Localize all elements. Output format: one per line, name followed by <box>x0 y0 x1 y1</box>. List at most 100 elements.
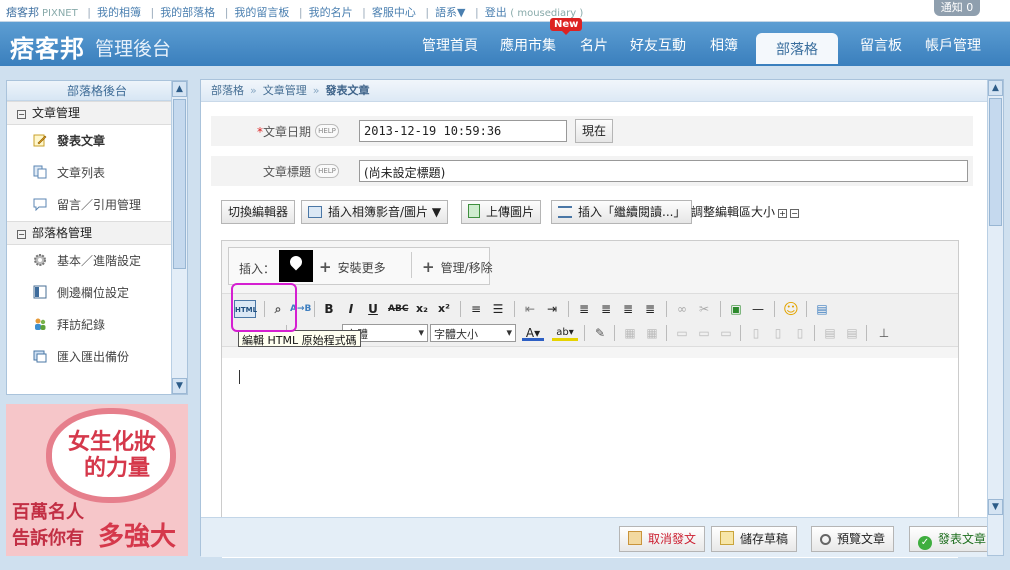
sidebar-section-blog[interactable]: − 部落格管理 <box>7 221 172 245</box>
delete-row-icon[interactable]: ▭ <box>718 324 734 342</box>
help-icon[interactable]: HELP <box>315 124 339 138</box>
nav-friends[interactable]: 好友互動 <box>630 35 686 55</box>
sidebar-item-visits[interactable]: 拜訪紀錄 <box>7 309 172 341</box>
upload-image-button[interactable]: 上傳圖片 <box>461 200 542 224</box>
preview-button[interactable]: 預覽文章 <box>811 526 895 552</box>
bold-icon[interactable]: B <box>322 300 336 318</box>
align-center-icon[interactable]: ≣ <box>598 300 614 318</box>
sidebar-title: 部落格後台 <box>7 81 187 101</box>
nav-albums[interactable]: 相簿 <box>710 35 738 55</box>
scroll-thumb[interactable] <box>989 98 1002 226</box>
nav-card[interactable]: 名片 <box>580 35 608 55</box>
pixnet-brand-link[interactable]: 痞客邦 <box>6 4 39 20</box>
text-color-icon[interactable]: A▾ <box>522 324 544 341</box>
rte-toolbar: HTML ⌕ A→B B I U ABC x₂ x² ≡ ☰ ⇤ ⇥ ≣ ≣ ≣… <box>222 293 958 347</box>
insert-media-button[interactable]: 插入相簿影音/圖片 ▼ <box>301 200 449 224</box>
align-left-icon[interactable]: ≣ <box>576 300 592 318</box>
sidebar-scrollbar[interactable]: ▲ ▼ <box>171 81 187 394</box>
collapse-icon[interactable]: − <box>17 230 26 239</box>
table-icon[interactable]: ▦ <box>622 324 638 342</box>
text-caret <box>239 370 240 384</box>
font-size-select[interactable]: 字體大小 ▾ <box>430 324 516 342</box>
gear-icon <box>33 247 47 266</box>
page-break-icon[interactable]: ⊥ <box>874 324 894 342</box>
ad-banner[interactable]: 女生化妝 的力量 百萬名人 告訴你有 多強大 <box>6 404 188 556</box>
delete-col-icon[interactable]: ▯ <box>792 324 808 342</box>
nav-blog[interactable]: 部落格 <box>756 33 838 64</box>
link-my-albums[interactable]: 我的相簿 <box>97 4 141 20</box>
align-right-icon[interactable]: ≣ <box>620 300 636 318</box>
link-my-card[interactable]: 我的名片 <box>309 4 353 20</box>
link-icon[interactable]: ∞ <box>674 300 690 318</box>
strikethrough-icon[interactable]: ABC <box>388 300 408 318</box>
scroll-up-icon[interactable]: ▲ <box>172 81 187 97</box>
row-after-icon[interactable]: ▭ <box>696 324 712 342</box>
breadcrumb-blog[interactable]: 部落格 <box>211 84 244 97</box>
pixnet-logo[interactable]: 痞客邦 <box>10 29 85 64</box>
manage-remove-button[interactable]: + 管理/移除 <box>411 252 493 278</box>
underline-icon[interactable]: U <box>366 300 380 318</box>
indent-icon[interactable]: ⇥ <box>544 300 560 318</box>
link-my-guestbook[interactable]: 我的留言板 <box>234 4 289 20</box>
link-language[interactable]: 語系▼ <box>435 4 465 20</box>
nav-account[interactable]: 帳戶管理 <box>925 35 981 55</box>
ordered-list-icon[interactable]: ≡ <box>468 300 484 318</box>
title-input[interactable]: (尚未設定標題) <box>359 160 968 182</box>
justify-icon[interactable]: ≣ <box>642 300 658 318</box>
publish-button[interactable]: ✓ 發表文章 <box>909 526 996 552</box>
edit-icon[interactable]: ✎ <box>592 324 608 342</box>
insert-bar: 插入： + 安裝更多 + 管理/移除 <box>228 247 493 285</box>
switch-editor-button[interactable]: 切換編輯器 <box>221 200 296 224</box>
col-before-icon[interactable]: ▯ <box>748 324 764 342</box>
sidebar-item-new-post[interactable]: 發表文章 <box>7 125 172 157</box>
merge-cells-icon[interactable]: ▤ <box>822 324 838 342</box>
bullet-list-icon[interactable]: ☰ <box>490 300 506 318</box>
map-pin-icon[interactable] <box>279 250 313 282</box>
row-before-icon[interactable]: ▭ <box>674 324 690 342</box>
scroll-down-icon[interactable]: ▼ <box>988 499 1003 515</box>
sidebar-item-settings[interactable]: 基本／進階設定 <box>7 245 172 277</box>
sidebar-item-post-list[interactable]: 文章列表 <box>7 157 172 189</box>
cancel-post-button[interactable]: 取消發文 <box>619 526 706 552</box>
draft-icon <box>720 531 734 545</box>
title-row: 文章標題 HELP (尚未設定標題) <box>211 156 973 186</box>
superscript-icon[interactable]: x² <box>436 300 452 318</box>
now-button[interactable]: 現在 <box>575 119 614 143</box>
insert-readmore-button[interactable]: 插入「繼續閱讀...」 <box>551 200 693 224</box>
media-icon[interactable]: ▤ <box>814 300 830 318</box>
sidebar-section-articles[interactable]: − 文章管理 <box>7 101 172 125</box>
table-props-icon[interactable]: ▦ <box>644 324 660 342</box>
nav-app-market[interactable]: 應用市集 <box>500 35 556 55</box>
sidebar-item-backup[interactable]: 匯入匯出備份 <box>7 341 172 373</box>
help-icon[interactable]: HELP <box>315 164 339 178</box>
outdent-icon[interactable]: ⇤ <box>522 300 538 318</box>
scroll-thumb[interactable] <box>173 99 186 269</box>
background-color-icon[interactable]: ab▾ <box>552 324 578 341</box>
sidebar-item-sidebar-settings[interactable]: 側邊欄位設定 <box>7 277 172 309</box>
link-support[interactable]: 客服中心 <box>372 4 416 20</box>
unlink-icon[interactable]: ✂ <box>696 300 712 318</box>
nav-admin-home[interactable]: 管理首頁 <box>422 35 478 55</box>
insert-image-icon[interactable]: ▣ <box>728 300 744 318</box>
save-draft-button[interactable]: 儲存草稿 <box>711 526 798 552</box>
scroll-down-icon[interactable]: ▼ <box>172 378 187 394</box>
install-more-button[interactable]: + 安裝更多 <box>319 258 386 276</box>
expand-icon[interactable]: + <box>778 209 788 218</box>
notification-badge[interactable]: 通知 0 <box>934 0 980 16</box>
main-scrollbar[interactable]: ▲ ▼ <box>987 80 1003 555</box>
emoticon-icon[interactable]: ☺ <box>782 300 800 318</box>
collapse-icon[interactable]: − <box>17 110 26 119</box>
breadcrumb-articles[interactable]: 文章管理 <box>263 84 307 97</box>
link-my-blog[interactable]: 我的部落格 <box>160 4 215 20</box>
subscript-icon[interactable]: x₂ <box>414 300 430 318</box>
col-after-icon[interactable]: ▯ <box>770 324 786 342</box>
shrink-icon[interactable]: − <box>790 209 800 218</box>
italic-icon[interactable]: I <box>344 300 358 318</box>
horizontal-rule-icon[interactable]: — <box>750 300 766 318</box>
nav-guestbook[interactable]: 留言板 <box>860 35 902 55</box>
date-input[interactable]: 2013-12-19 10:59:36 <box>359 120 567 142</box>
sidebar-item-comments[interactable]: 留言／引用管理 <box>7 189 172 221</box>
link-logout[interactable]: 登出 <box>485 4 507 20</box>
split-cells-icon[interactable]: ▤ <box>844 324 860 342</box>
scroll-up-icon[interactable]: ▲ <box>988 80 1003 96</box>
